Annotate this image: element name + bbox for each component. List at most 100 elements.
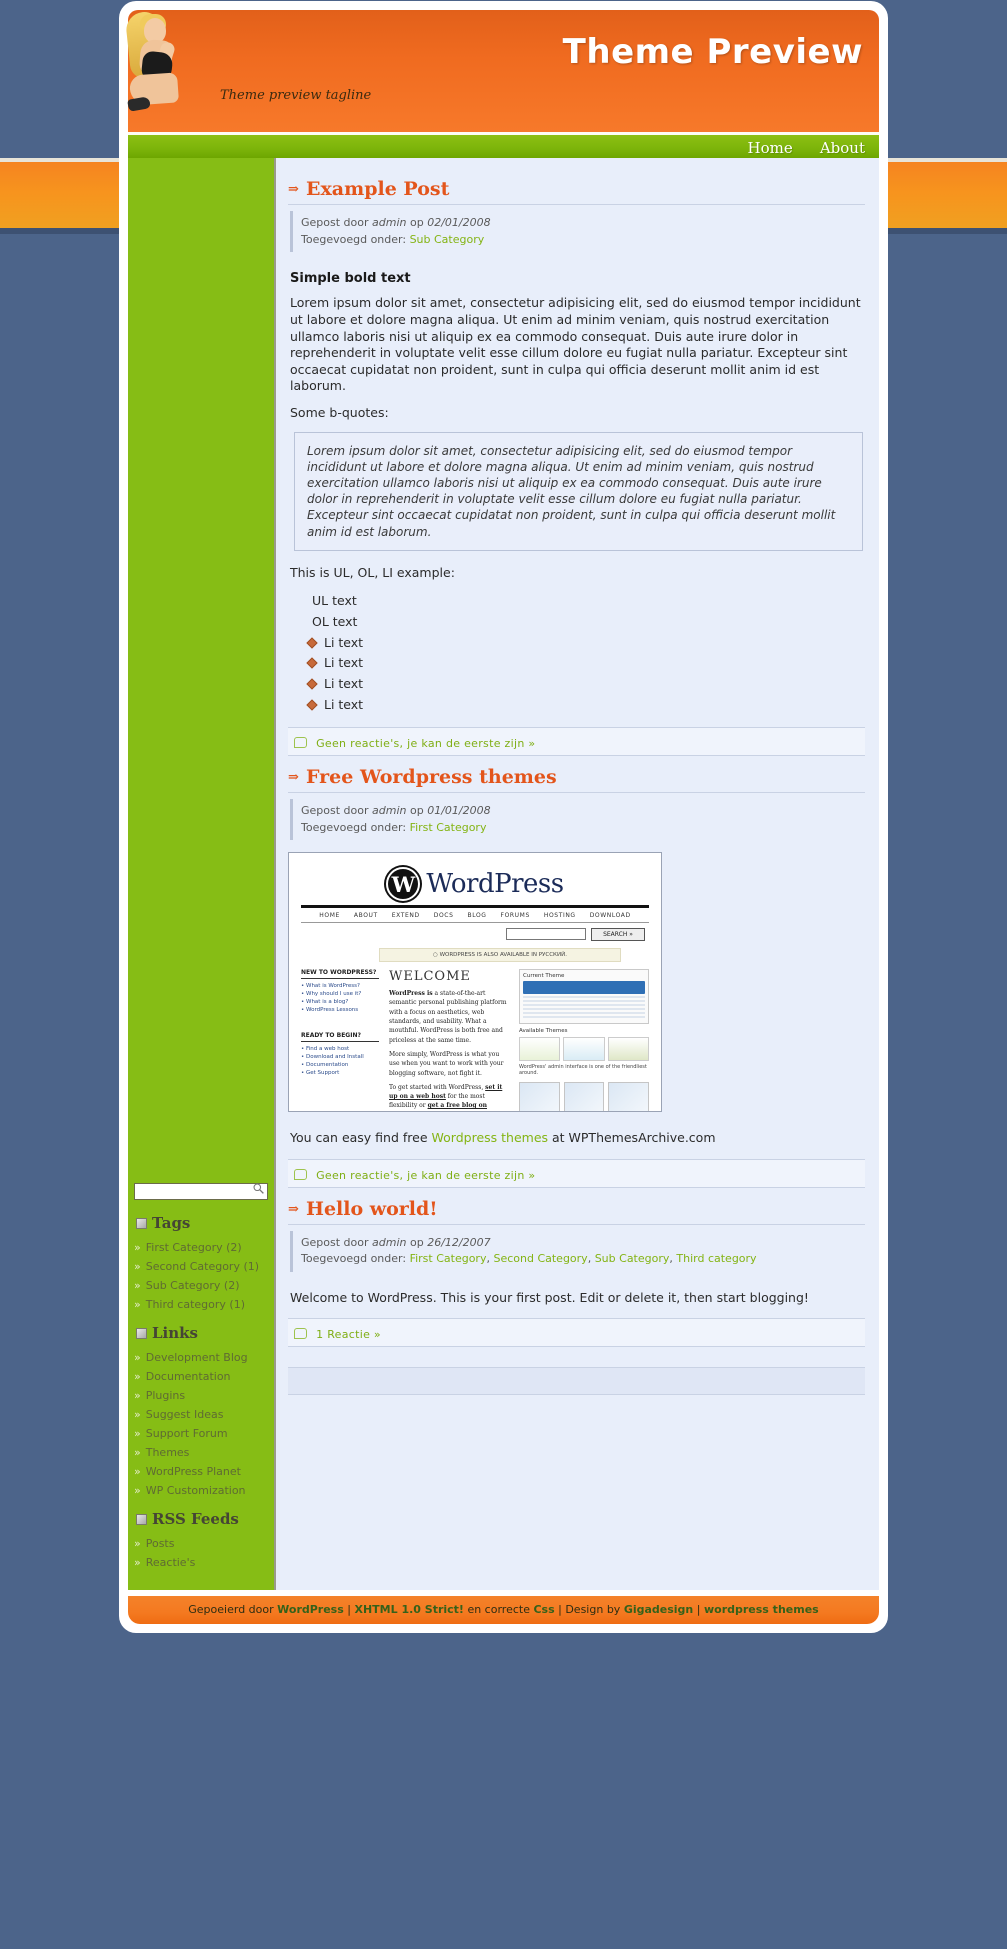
comments-link[interactable]: 1 Reactie » (316, 1328, 381, 1341)
comment-bubble-icon (294, 1328, 307, 1340)
wp-columns: NEW TO WORDPRESS? What is WordPress? Why… (289, 962, 661, 1112)
post-paragraph: Welcome to WordPress. This is your first… (290, 1289, 809, 1305)
wp-nav-item: ABOUT (353, 912, 378, 920)
sidebar-item-development-blog[interactable]: Development Blog (128, 1348, 274, 1367)
list-item-label: Li text (324, 655, 364, 671)
list-item-label: Li text (324, 675, 364, 691)
filed-prefix: Toegevoegd onder: (301, 232, 407, 246)
li-list: Li text Li text Li text Li text (290, 633, 863, 716)
footer-link-gigadesign[interactable]: Gigadesign (624, 1603, 693, 1616)
sidebar-item-first-category[interactable]: First Category (2) (128, 1238, 274, 1257)
footer-link-wordpress[interactable]: WordPress (277, 1603, 344, 1616)
list-item: Li text (306, 633, 863, 654)
search-form (134, 1180, 268, 1200)
wp-mini-item: What is a blog? (301, 998, 379, 1006)
category-link[interactable]: Second Category (493, 1252, 587, 1265)
diamond-bullet-icon (306, 698, 318, 711)
list-item: Li text (306, 653, 863, 674)
comments-link[interactable]: Geen reactie's, je kan de eerste zijn » (316, 1169, 535, 1182)
post-meta: Gepost door admin op 02/01/2008 Toegevoe… (290, 211, 865, 252)
sidebar-list-tags: First Category (2) Second Category (1) S… (128, 1238, 274, 1314)
footer-text: Gepoeierd door (188, 1603, 278, 1616)
wp-paragraph-text: a state-of-the-art semantic personal pub… (389, 990, 507, 1044)
sidebar-item-third-category[interactable]: Third category (1) (128, 1295, 274, 1314)
category-link[interactable]: Third category (676, 1252, 756, 1265)
wp-paragraph-3: To get started with WordPress, set it up… (389, 1083, 509, 1111)
post-body: You can easy find free Wordpress themes … (288, 1126, 865, 1147)
wordpress-screenshot-image[interactable]: W WordPress HOME ABOUT EXTEND DOCS BLOG … (288, 852, 662, 1113)
post-byline: Gepost door admin op 26/12/2007 (301, 1235, 865, 1252)
post-subheading: Simple bold text (290, 271, 411, 286)
post-caption: You can easy find free Wordpress themes … (290, 1130, 863, 1147)
sidebar-item-suggest-ideas[interactable]: Suggest Ideas (128, 1405, 274, 1424)
sidebar-item-plugins[interactable]: Plugins (128, 1386, 274, 1405)
search-input[interactable] (134, 1183, 268, 1200)
post-title-label[interactable]: Example Post (306, 178, 449, 200)
caption-before: You can easy find free (290, 1130, 432, 1146)
list-item: Li text (306, 695, 863, 716)
sidebar-item-reacties[interactable]: Reactie's (128, 1553, 274, 1572)
sidebar-item-wordpress-planet[interactable]: WordPress Planet (128, 1462, 274, 1481)
main-navigation: Home About (128, 132, 879, 158)
post-title-label[interactable]: Hello world! (306, 1198, 438, 1220)
footer-text: en correcte (463, 1603, 534, 1616)
sidebar-item-posts[interactable]: Posts (128, 1534, 274, 1553)
wp-right-column: Current Theme Available Themes WordPress… (519, 969, 650, 1112)
filed-prefix: Toegevoegd onder: (301, 1252, 407, 1266)
diamond-bullet-icon (306, 657, 318, 669)
diamond-bullet-icon (306, 636, 318, 649)
wp-thumb (519, 1037, 561, 1062)
wp-mini-item: Why should I use it? (301, 990, 379, 998)
wp-available-themes-heading: Available Themes (519, 1028, 568, 1035)
sidebar-item-wp-customization[interactable]: WP Customization (128, 1481, 274, 1500)
post-byline: Gepost door admin op 01/01/2008 (301, 803, 865, 820)
category-link[interactable]: Sub Category (595, 1252, 670, 1265)
footer-link-wordpress-themes[interactable]: wordpress themes (704, 1603, 819, 1616)
arrow-right-icon: ⇒ (288, 770, 299, 786)
wordpress-wordmark: WordPress (426, 869, 564, 900)
nav-item-home[interactable]: Home (748, 139, 793, 157)
post-meta: Gepost door admin op 26/12/2007 Toegevoe… (290, 1230, 865, 1272)
comments-link[interactable]: Geen reactie's, je kan de eerste zijn » (316, 737, 535, 750)
list-item: WordPress Planet (128, 1462, 274, 1481)
sidebar-heading-links: Links (136, 1324, 274, 1342)
wordpress-themes-link[interactable]: Wordpress themes (432, 1130, 549, 1145)
list-item: UL text (312, 593, 357, 609)
footer-link-xhtml[interactable]: XHTML 1.0 Strict! (354, 1603, 463, 1616)
footer-link-css[interactable]: Css (533, 1603, 554, 1616)
list-item: Development Blog (128, 1348, 274, 1367)
page-shell: Theme Preview Theme preview tagline Home… (122, 4, 885, 1630)
sidebar-item-sub-category[interactable]: Sub Category (2) (128, 1276, 274, 1295)
list-item: Third category (1) (128, 1295, 274, 1314)
list-item: Second Category (1) (128, 1257, 274, 1276)
list-item: Documentation (128, 1367, 274, 1386)
sidebar-item-support-forum[interactable]: Support Forum (128, 1424, 274, 1443)
category-link[interactable]: First Category (410, 821, 487, 834)
post-byline: Gepost door admin op 02/01/2008 (301, 215, 865, 232)
post-title-label[interactable]: Free Wordpress themes (306, 766, 557, 788)
site-tagline: Theme preview tagline (220, 88, 372, 103)
post-title: ⇒ Free Wordpress themes (288, 766, 865, 794)
list-item: Plugins (128, 1386, 274, 1405)
post-author: admin (372, 1235, 407, 1249)
sidebar-item-themes[interactable]: Themes (128, 1443, 274, 1462)
wp-mini-item: Find a web host (301, 1045, 379, 1053)
category-link[interactable]: First Category (410, 1252, 487, 1265)
post-author: admin (372, 804, 407, 818)
wp-nav-item: HOSTING (543, 912, 576, 920)
sidebar-item-second-category[interactable]: Second Category (1) (128, 1257, 274, 1276)
category-link[interactable]: Sub Category (410, 233, 485, 246)
wp-search-button: SEARCH » (591, 928, 645, 942)
post-body: Simple bold text Lorem ipsum dolor sit a… (288, 252, 865, 715)
sidebar-item-documentation[interactable]: Documentation (128, 1367, 274, 1386)
ordered-list: OL text (290, 612, 863, 633)
post-categories: Toegevoegd onder: First Category (301, 820, 865, 837)
wp-nav-item: FORUMS (500, 912, 530, 920)
wp-text: To get started with WordPress, (389, 1083, 486, 1091)
wp-nav-item: EXTEND (391, 912, 420, 920)
date-prefix: op (409, 804, 424, 818)
date-prefix: op (409, 216, 424, 229)
wp-search-row: SEARCH » (289, 923, 661, 942)
nav-item-about[interactable]: About (820, 139, 865, 157)
wp-theme-thumbs (519, 1037, 649, 1062)
